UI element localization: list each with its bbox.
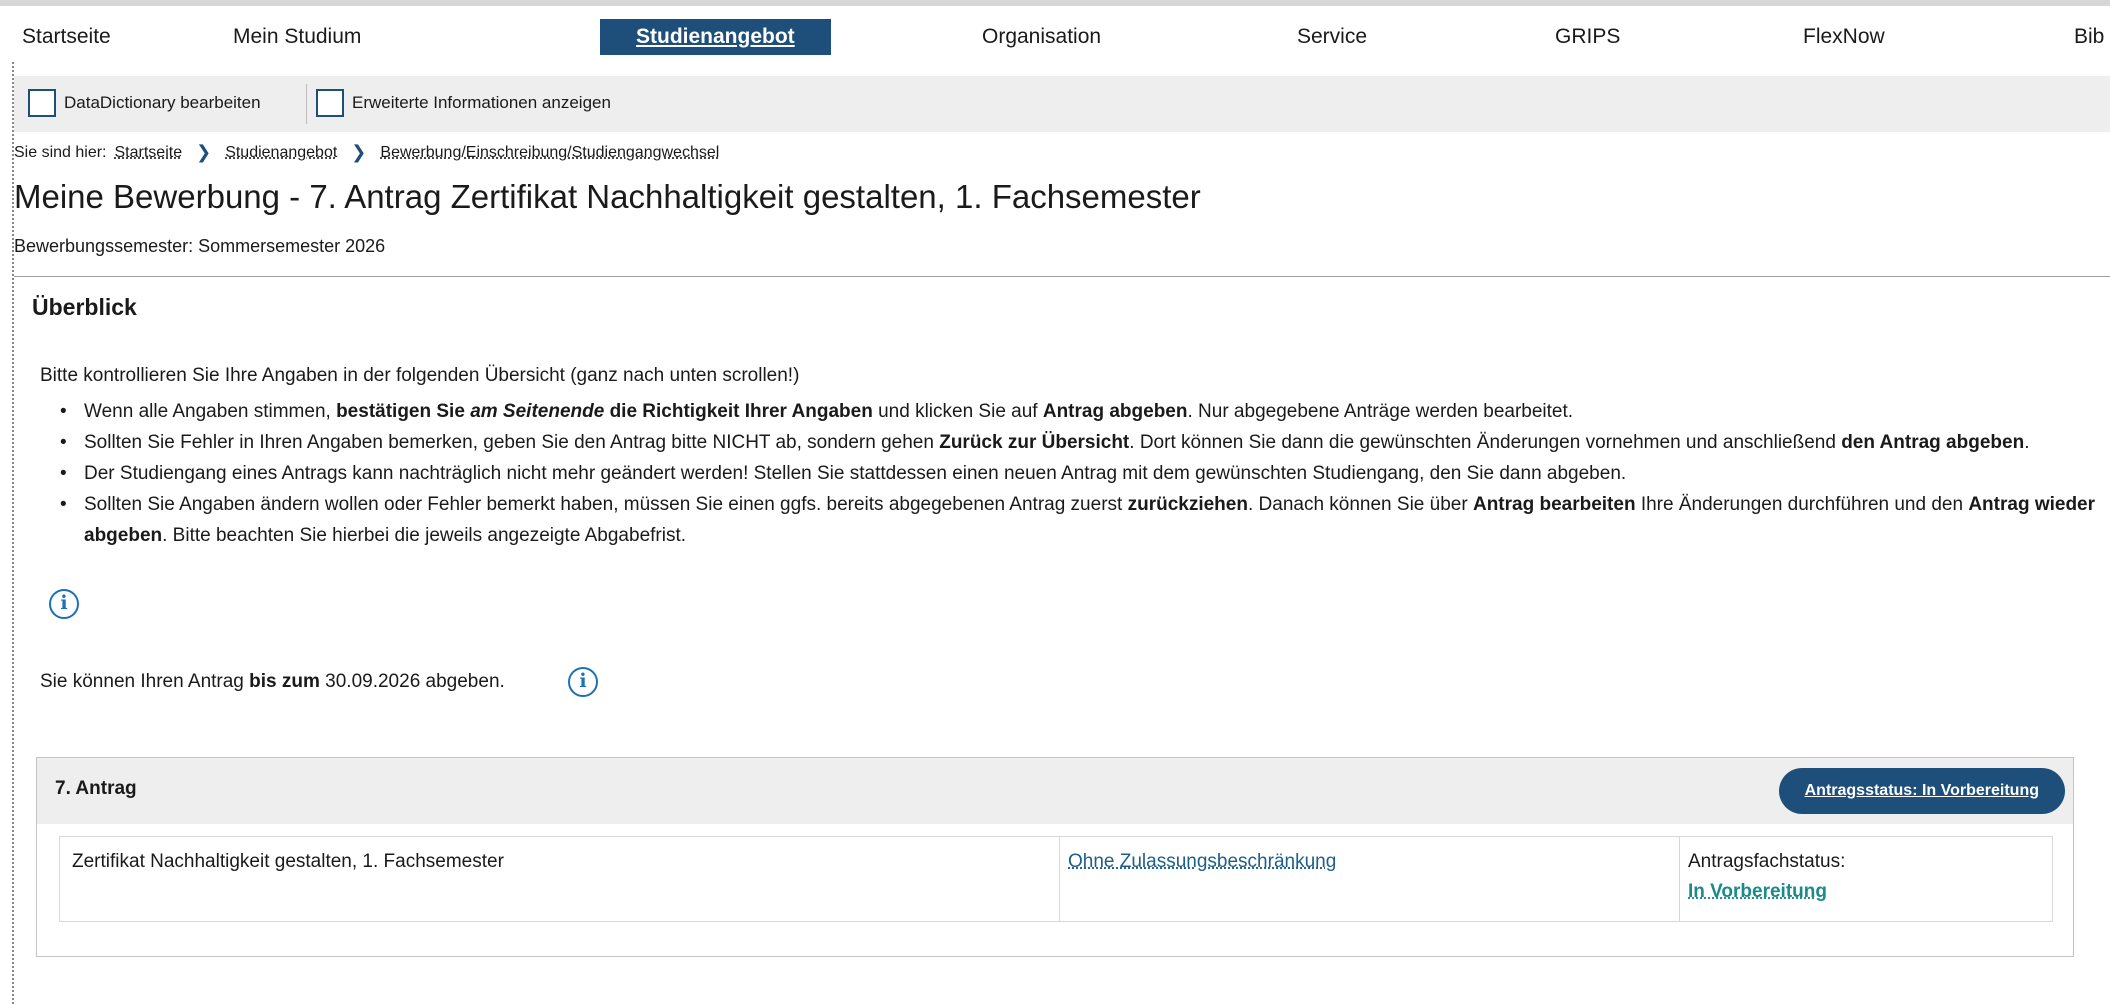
- nav-item-flexnow[interactable]: FlexNow: [1803, 20, 1885, 54]
- datadictionary-toggle[interactable]: DataDictionary bearbeiten: [28, 86, 261, 120]
- info-icon[interactable]: i: [568, 667, 598, 697]
- checkbox-icon[interactable]: [316, 89, 344, 117]
- text: . Dort können Sie dann die gewünschten Ä…: [1129, 432, 1842, 453]
- application-panel-header: 7. Antrag Antragsstatus: In Vorbereitung: [37, 758, 2073, 824]
- bold-text: zurückziehen: [1127, 494, 1248, 515]
- overview-intro: Bitte kontrollieren Sie Ihre Angaben in …: [40, 365, 800, 386]
- bold-text: die Richtigkeit Ihrer Angaben: [604, 401, 873, 422]
- bold-text: bis zum: [249, 671, 320, 692]
- bold-text: den Antrag abgeben: [1841, 432, 2025, 453]
- nav-item-bib[interactable]: Bib: [2074, 20, 2104, 54]
- bold-text: Zurück zur Übersicht: [939, 432, 1130, 453]
- subject-status-link[interactable]: In Vorbereitung: [1688, 881, 1827, 902]
- application-semester: Bewerbungssemester: Sommersemester 2026: [14, 236, 386, 256]
- extended-info-toggle[interactable]: Erweiterte Informationen anzeigen: [316, 86, 611, 120]
- bold-text: Antrag abgeben: [1042, 401, 1188, 422]
- toolbar-divider: [306, 84, 307, 124]
- breadcrumb: Sie sind hier: Startseite ❯ Studienangeb…: [14, 142, 719, 163]
- nav-item-organisation[interactable]: Organisation: [982, 20, 1101, 54]
- text: .: [2024, 432, 2030, 453]
- subject-status-cell: Antragsfachstatus: In Vorbereitung: [1680, 837, 2054, 921]
- bold-text: bestätigen Sie: [336, 401, 471, 422]
- text: . Nur abgegebene Anträge werden bearbeit…: [1187, 401, 1574, 422]
- instruction-item: Wenn alle Angaben stimmen, bestätigen Si…: [56, 396, 2096, 427]
- datadictionary-label: DataDictionary bearbeiten: [64, 93, 261, 112]
- toolbar: DataDictionary bearbeiten Erweiterte Inf…: [14, 76, 2110, 132]
- nav-item-service[interactable]: Service: [1297, 20, 1367, 54]
- extended-info-label: Erweiterte Informationen anzeigen: [352, 93, 611, 112]
- nav-item-studienangebot[interactable]: Studienangebot: [600, 19, 831, 55]
- nav-item-startseite[interactable]: Startseite: [22, 20, 111, 54]
- application-title: 7. Antrag: [55, 778, 137, 799]
- instruction-item: Sollten Sie Angaben ändern wollen oder F…: [56, 489, 2096, 551]
- checkbox-icon[interactable]: [28, 89, 56, 117]
- application-row: Zertifikat Nachhaltigkeit gestalten, 1. …: [59, 836, 2053, 922]
- divider: [14, 276, 2110, 277]
- top-navigation: Startseite Mein Studium Studienangebot O…: [0, 0, 2110, 56]
- application-status-button[interactable]: Antragsstatus: In Vorbereitung: [1778, 768, 2065, 814]
- subject-status-label: Antragsfachstatus:: [1688, 851, 1846, 872]
- emphasis-text: am Seitenende: [470, 401, 605, 422]
- chevron-right-icon: ❯: [351, 142, 367, 162]
- admission-cell: Ohne Zulassungsbeschränkung: [1060, 837, 1680, 921]
- text: Sollten Sie Angaben ändern wollen oder F…: [84, 494, 1128, 515]
- bold-text: Antrag bearbeiten: [1472, 494, 1636, 515]
- instruction-item: Der Studiengang eines Antrags kann nacht…: [56, 458, 2096, 489]
- breadcrumb-bewerbung[interactable]: Bewerbung/Einschreibung/Studiengangwechs…: [380, 144, 719, 162]
- breadcrumb-startseite[interactable]: Startseite: [115, 144, 183, 162]
- instruction-list: Wenn alle Angaben stimmen, bestätigen Si…: [56, 396, 2096, 551]
- instruction-item: Sollten Sie Fehler in Ihren Angaben beme…: [56, 427, 2096, 458]
- text: Der Studiengang eines Antrags kann nacht…: [84, 463, 1627, 484]
- breadcrumb-studienangebot[interactable]: Studienangebot: [225, 144, 337, 162]
- text: Ihre Änderungen durchführen und den: [1635, 494, 1969, 515]
- text: Sollten Sie Fehler in Ihren Angaben beme…: [84, 432, 940, 453]
- text: 30.09.2026 abgeben.: [319, 671, 505, 692]
- breadcrumb-prefix: Sie sind hier:: [14, 143, 107, 161]
- section-title-overview: Überblick: [32, 294, 137, 320]
- text: Sie können Ihren Antrag: [40, 671, 250, 692]
- nav-item-mein-studium[interactable]: Mein Studium: [233, 20, 361, 54]
- text: Wenn alle Angaben stimmen,: [84, 401, 337, 422]
- page-title: Meine Bewerbung - 7. Antrag Zertifikat N…: [14, 178, 1201, 215]
- text: und klicken Sie auf: [872, 401, 1043, 422]
- info-icon[interactable]: i: [49, 589, 79, 619]
- text: . Bitte beachten Sie hierbei die jeweils…: [162, 525, 687, 546]
- nav-item-grips[interactable]: GRIPS: [1555, 20, 1620, 54]
- admission-link[interactable]: Ohne Zulassungsbeschränkung: [1068, 851, 1336, 872]
- application-panel: 7. Antrag Antragsstatus: In Vorbereitung…: [36, 757, 2074, 957]
- chevron-right-icon: ❯: [196, 142, 212, 162]
- text: . Danach können Sie über: [1247, 494, 1473, 515]
- program-name: Zertifikat Nachhaltigkeit gestalten, 1. …: [60, 837, 1060, 921]
- deadline-text: Sie können Ihren Antrag bis zum 30.09.20…: [40, 671, 505, 693]
